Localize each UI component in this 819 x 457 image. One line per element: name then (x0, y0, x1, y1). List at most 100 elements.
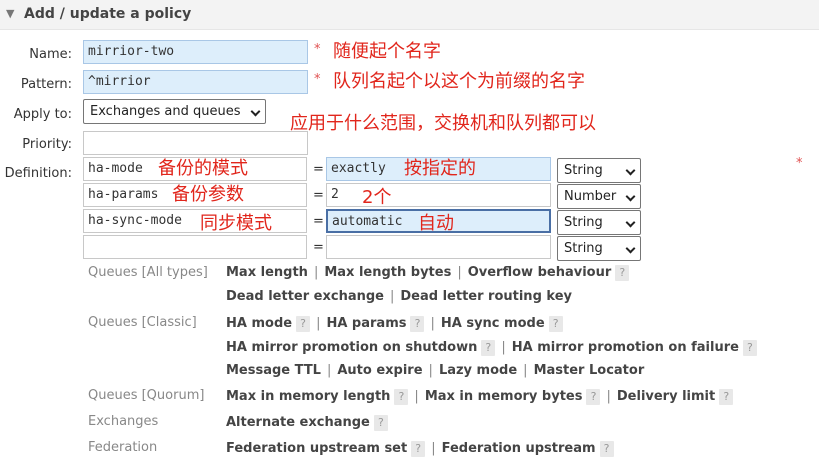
definition-value-annotation: 2个 (362, 187, 392, 208)
definition-type-value: String (564, 163, 603, 178)
definition-type-select[interactable]: String (557, 236, 641, 261)
name-annotation: 随便起个名字 (333, 41, 441, 62)
separator: | (414, 389, 419, 404)
apply-to-annotation: 应用于什么范围，交换机和队列都可以 (290, 113, 596, 134)
definition-type-value: String (564, 241, 603, 256)
help-question-icon[interactable]: ? (548, 316, 563, 332)
separator: | (606, 389, 611, 404)
definition-type-value: String (564, 215, 603, 230)
separator: | (389, 289, 395, 304)
section-title: Add / update a policy (24, 6, 192, 22)
separator: | (428, 363, 433, 378)
name-input[interactable]: mirrior-two (83, 40, 308, 64)
help-link[interactable]: Dead letter exchange (226, 289, 384, 304)
definition-value-annotation: 按指定的 (404, 158, 476, 179)
help-links-row: Max in memory length? | Max in memory byte… (226, 389, 734, 405)
name-required-star: * (314, 42, 321, 57)
help-link[interactable]: HA mirror promotion on shutdown (226, 340, 477, 355)
chevron-down-icon (625, 191, 636, 202)
help-link[interactable]: Federation upstream (442, 441, 596, 456)
definition-type-select[interactable]: Number (557, 184, 641, 209)
section-header[interactable]: ▼ Add / update a policy (0, 0, 819, 30)
help-link[interactable]: HA params (326, 316, 406, 331)
help-link[interactable]: Max length bytes (324, 265, 451, 280)
definition-value-input[interactable] (326, 235, 551, 259)
definition-key-annotation: 备份参数 (172, 184, 244, 205)
triangle-down-icon[interactable]: ▼ (6, 7, 14, 20)
help-question-icon[interactable]: ? (599, 441, 614, 457)
separator: | (457, 265, 462, 280)
definition-type-select[interactable]: String (557, 158, 641, 183)
definition-key-input[interactable] (83, 235, 307, 259)
help-links-row: Federation upstream set? | Federation upst… (226, 441, 614, 457)
help-question-icon[interactable]: ? (411, 441, 426, 457)
chevron-down-icon (250, 106, 261, 117)
help-question-icon[interactable]: ? (742, 340, 757, 356)
separator: | (326, 363, 332, 378)
definition-key-annotation: 同步模式 (200, 213, 272, 234)
definition-key-input[interactable]: ha-sync-mode (83, 209, 307, 233)
help-link[interactable]: Max in memory bytes (425, 389, 583, 404)
separator: | (430, 316, 435, 331)
definition-type-value: Number (564, 189, 617, 204)
help-question-icon[interactable]: ? (615, 265, 630, 281)
help-question-icon[interactable]: ? (296, 316, 311, 332)
definition-type-select[interactable]: String (557, 210, 641, 235)
help-link[interactable]: Master Locator (534, 363, 645, 378)
equals-sign: = (313, 240, 324, 255)
separator: | (523, 363, 528, 378)
help-link[interactable]: Max length (226, 265, 308, 280)
name-label: Name: (29, 47, 72, 62)
pattern-annotation: 队列名起个以这个为前缀的名字 (333, 71, 585, 92)
help-link[interactable]: Max in memory length (226, 389, 390, 404)
help-link[interactable]: Federation upstream set (226, 441, 407, 456)
help-link[interactable]: Message TTL (226, 363, 321, 378)
help-link[interactable]: Auto expire (337, 363, 422, 378)
definition-key-text: ha-mode (88, 161, 143, 176)
help-link[interactable]: Overflow behaviour (468, 265, 612, 280)
help-question-icon[interactable]: ? (719, 389, 734, 405)
help-link[interactable]: HA sync mode (441, 316, 545, 331)
chevron-down-icon (625, 217, 636, 228)
separator: | (501, 340, 506, 355)
definition-key-text: ha-sync-mode (88, 213, 182, 228)
help-link[interactable]: Lazy mode (439, 363, 517, 378)
help-question-icon[interactable]: ? (586, 389, 601, 405)
definition-value-annotation: 自动 (418, 213, 454, 234)
chevron-down-icon (625, 243, 636, 254)
help-links-row: Dead letter exchange | Dead letter routing… (226, 289, 572, 304)
help-category-queues-quorum: Queues [Quorum] (88, 388, 205, 403)
equals-sign: = (313, 188, 324, 203)
help-links-row: Message TTL | Auto expire | Lazy mode | Master… (226, 363, 644, 378)
priority-label: Priority: (22, 137, 72, 152)
definition-value-input[interactable]: 2 (326, 183, 551, 207)
help-link[interactable]: HA mirror promotion on failure (512, 340, 739, 355)
help-link[interactable]: Dead letter routing key (400, 289, 572, 304)
chevron-down-icon (625, 165, 636, 176)
apply-to-select[interactable]: Exchanges and queues (83, 99, 266, 124)
definition-label: Definition: (4, 166, 72, 181)
separator: | (431, 441, 436, 456)
help-category-queues-all: Queues [All types] (88, 265, 208, 280)
pattern-input[interactable]: ^mirrior (83, 70, 308, 94)
priority-input[interactable] (83, 131, 308, 155)
separator: | (316, 316, 321, 331)
help-link[interactable]: Delivery limit (617, 389, 715, 404)
separator: | (313, 265, 319, 280)
help-links-row: Max length | Max length bytes | Overflow beh… (226, 265, 630, 281)
help-link[interactable]: HA mode (226, 316, 292, 331)
help-question-icon[interactable]: ? (481, 340, 496, 356)
help-link[interactable]: Alternate exchange (226, 415, 370, 430)
help-question-icon[interactable]: ? (394, 389, 409, 405)
equals-sign: = (313, 162, 324, 177)
help-links-row: HA mirror promotion on shutdown? | HA mirr… (226, 340, 757, 356)
help-question-icon[interactable]: ? (373, 415, 388, 431)
help-category-queues-classic: Queues [Classic] (88, 315, 197, 330)
definition-key-annotation: 备份的模式 (158, 158, 248, 179)
help-category-exchanges: Exchanges (88, 414, 159, 429)
help-question-icon[interactable]: ? (410, 316, 425, 332)
help-links-row: Alternate exchange? (226, 415, 388, 431)
definition-required-star: * (796, 156, 803, 171)
equals-sign: = (313, 214, 324, 229)
pattern-required-star: * (314, 72, 321, 87)
